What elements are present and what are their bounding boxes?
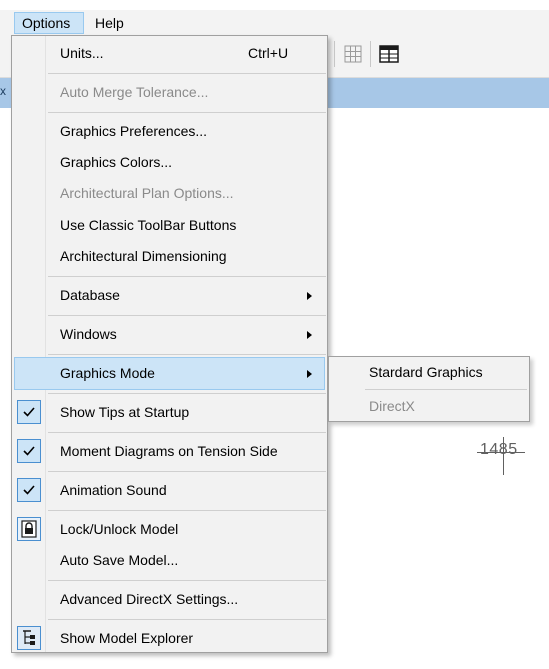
menu-item-label: Advanced DirectX Settings...: [60, 591, 239, 607]
menu-item-graphics-preferences[interactable]: Graphics Preferences...: [14, 115, 325, 148]
menu-bar: Options Help: [0, 10, 549, 35]
menu-item-label: Windows: [60, 326, 117, 342]
submenu-arrow-icon: [307, 370, 312, 378]
menu-separator: [48, 432, 326, 433]
menu-item-shortcut: Ctrl+U: [248, 45, 289, 61]
menu-item-windows[interactable]: Windows: [14, 318, 325, 351]
menu-options[interactable]: Options: [14, 12, 84, 34]
menu-separator: [48, 510, 326, 511]
menu-item-auto-merge-tolerance: Auto Merge Tolerance...: [14, 76, 325, 109]
menu-item-label: Show Model Explorer: [60, 630, 194, 646]
menu-item-graphics-mode[interactable]: Graphics Mode: [14, 357, 325, 390]
menu-item-show-tips-at-startup[interactable]: Show Tips at Startup: [14, 396, 325, 429]
menu-item-units[interactable]: Units... Ctrl+U: [14, 37, 325, 70]
menu-separator: [365, 389, 527, 390]
tree-icon: [17, 626, 41, 650]
menu-item-graphics-colors[interactable]: Graphics Colors...: [14, 146, 325, 179]
menu-separator: [48, 276, 326, 277]
checkmark-icon: [17, 439, 41, 463]
menu-item-label: Moment Diagrams on Tension Side: [60, 443, 278, 459]
menu-item-label: Architectural Dimensioning: [60, 248, 227, 264]
menu-item-label: Database: [60, 287, 120, 303]
submenu-item-standard-graphics[interactable]: Stardard Graphics: [329, 358, 529, 388]
menu-item-label: Architectural Plan Options...: [60, 185, 234, 201]
checkmark-icon: [17, 400, 41, 424]
submenu-item-label: DirectX: [369, 398, 415, 414]
menu-item-show-model-explorer[interactable]: Show Model Explorer: [14, 622, 325, 655]
submenu-item-directx: DirectX: [329, 392, 529, 422]
menu-separator: [48, 315, 326, 316]
menu-item-auto-save-model[interactable]: Auto Save Model...: [14, 544, 325, 577]
menu-item-label: Lock/Unlock Model: [60, 521, 179, 537]
menu-item-label: Auto Merge Tolerance...: [60, 84, 209, 100]
menu-separator: [48, 580, 326, 581]
menu-item-label: Graphics Mode: [60, 365, 155, 381]
submenu-arrow-icon: [307, 331, 312, 339]
submenu-item-label: Stardard Graphics: [369, 364, 483, 380]
spreadsheet-icon[interactable]: [378, 43, 400, 65]
menu-item-label: Show Tips at Startup: [60, 404, 190, 420]
menu-item-architectural-dimensioning[interactable]: Architectural Dimensioning: [14, 240, 325, 273]
menu-item-label: Use Classic ToolBar Buttons: [60, 217, 237, 233]
menu-item-label: Animation Sound: [60, 482, 167, 498]
menu-item-lock-unlock-model[interactable]: Lock/Unlock Model: [14, 513, 325, 546]
menu-separator: [48, 112, 326, 113]
menu-separator: [48, 354, 326, 355]
toolbar-separator: [370, 41, 371, 67]
checkmark-icon: [17, 478, 41, 502]
grid-icon[interactable]: [342, 43, 364, 65]
menu-item-database[interactable]: Database: [14, 279, 325, 312]
dimension-label: 1485: [480, 441, 518, 458]
menu-item-animation-sound[interactable]: Animation Sound: [14, 474, 325, 507]
menu-item-architectural-plan-options: Architectural Plan Options...: [14, 177, 325, 210]
menu-item-label: Graphics Preferences...: [60, 123, 208, 139]
menu-separator: [48, 471, 326, 472]
menu-separator: [48, 393, 326, 394]
menu-item-use-classic-toolbar-buttons[interactable]: Use Classic ToolBar Buttons: [14, 209, 325, 242]
menu-separator: [48, 619, 326, 620]
menu-help[interactable]: Help: [88, 12, 140, 34]
menu-item-moment-diagrams-tension-side[interactable]: Moment Diagrams on Tension Side: [14, 435, 325, 468]
menu-item-label: Auto Save Model...: [60, 552, 179, 568]
dimension-line: [477, 452, 525, 453]
menu-item-label: Units...: [60, 45, 104, 61]
options-dropdown-menu: Units... Ctrl+U Auto Merge Tolerance... …: [11, 35, 328, 653]
menu-item-label: Graphics Colors...: [60, 154, 173, 170]
menu-item-advanced-directx-settings[interactable]: Advanced DirectX Settings...: [14, 583, 325, 616]
titlebar-close-glyph[interactable]: x: [0, 84, 6, 98]
graphics-mode-submenu: Stardard Graphics DirectX: [328, 356, 530, 422]
toolbar-separator: [334, 41, 335, 67]
submenu-arrow-icon: [307, 292, 312, 300]
menu-separator: [48, 73, 326, 74]
lock-icon: [17, 517, 41, 541]
